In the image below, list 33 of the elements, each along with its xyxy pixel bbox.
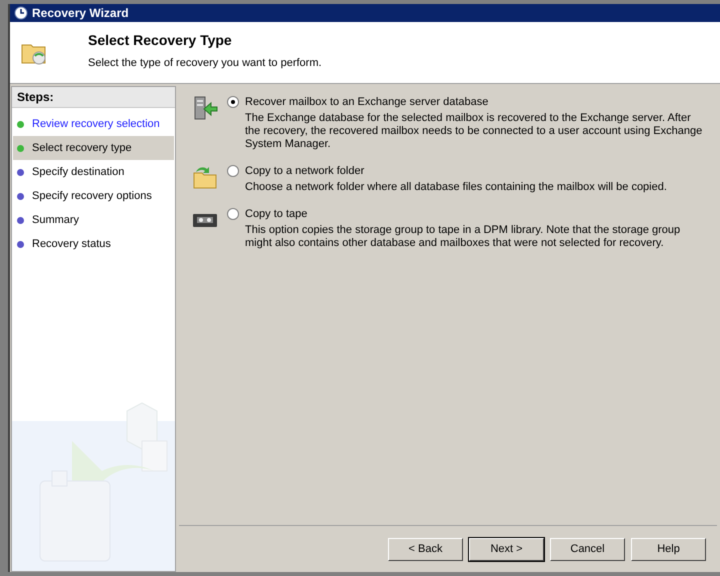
step-label: Summary — [32, 212, 80, 228]
radio-button[interactable] — [227, 208, 239, 220]
wizard-button[interactable]: < Back — [388, 538, 463, 560]
window-title: Recovery Wizard — [32, 5, 129, 22]
radio-option[interactable]: Copy to a network folder — [227, 163, 709, 179]
radio-button[interactable] — [227, 165, 239, 177]
steps-heading: Steps: — [12, 87, 175, 108]
option-description: Choose a network folder where all database files containing the mailbox will be copied. — [245, 180, 668, 195]
step-label: Specify recovery options — [32, 188, 152, 204]
wizard-button[interactable]: Cancel — [550, 538, 625, 560]
option-description: This option copies the storage group to tape in a DPM library. Note that the storage group might also contains other database and mailboxes that were not selected for recovery. — [245, 223, 682, 251]
server-icon — [192, 95, 218, 121]
step-label: Review recovery selection — [32, 116, 160, 132]
radio-button[interactable] — [227, 96, 239, 108]
wizard-button[interactable]: Help — [631, 538, 706, 560]
radio-option[interactable]: Recover mailbox to an Exchange server database — [227, 94, 709, 110]
step-item[interactable]: Select recovery type — [13, 136, 174, 160]
step-label: Specify destination — [32, 164, 124, 180]
option-label: Recover mailbox to an Exchange server database — [245, 94, 488, 110]
page-title: Select Recovery Type — [88, 31, 233, 50]
page-subtitle: Select the type of recovery you want to perform. — [88, 56, 322, 71]
step-label: Recovery status — [32, 236, 111, 252]
option-description: The Exchange database for the selected mailbox is recovered to the Exchange server. After the recovery, the recovered mailbox needs to be connected to a user account using Exchange System Manager. — [245, 111, 704, 152]
step-item[interactable]: Specify destination — [13, 160, 174, 184]
step-item[interactable]: Recovery status — [13, 232, 174, 256]
step-item[interactable]: Summary — [13, 208, 174, 232]
step-label: Select recovery type — [32, 140, 132, 156]
option-label: Copy to tape — [245, 206, 308, 222]
step-item[interactable]: Review recovery selection — [13, 112, 174, 136]
option-label: Copy to a network folder — [245, 164, 364, 179]
radio-option[interactable]: Copy to tape — [227, 206, 709, 222]
wizard-button[interactable]: Next > — [469, 538, 544, 560]
step-item[interactable]: Specify recovery options — [13, 184, 174, 208]
